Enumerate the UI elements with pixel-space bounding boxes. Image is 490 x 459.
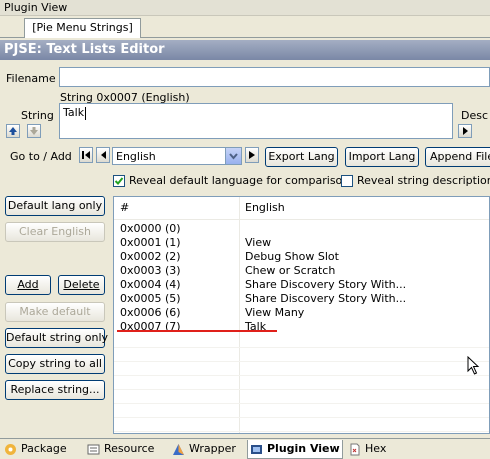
row-gridline <box>114 389 489 390</box>
chevron-down-icon[interactable] <box>225 148 241 164</box>
make-default-button[interactable]: Make default <box>5 302 105 322</box>
tab-wrapper-label: Wrapper <box>189 442 236 455</box>
table-row[interactable]: 0x0001 (1) View <box>114 236 489 250</box>
document-tab[interactable]: [Pie Menu Strings] <box>24 18 141 38</box>
row-gridline <box>114 431 489 432</box>
column-header-english: English <box>245 201 285 214</box>
header-divider <box>114 219 489 220</box>
tab-package-label: Package <box>21 442 67 455</box>
first-icon <box>82 151 90 159</box>
row-id: 0x0002 (2) <box>120 250 181 263</box>
row-text: View <box>245 236 272 249</box>
goto-label: Go to / Add <box>10 150 72 163</box>
table-row[interactable]: 0x0006 (6) View Many <box>114 306 489 320</box>
next-icon <box>249 151 255 159</box>
checkmark-icon <box>114 177 124 185</box>
default-lang-only-button[interactable]: Default lang only <box>5 196 105 216</box>
replace-string-button[interactable]: Replace string... <box>5 380 105 400</box>
row-text: Chew or Scratch <box>245 264 336 277</box>
reveal-desc-label: Reveal string descriptions <box>357 174 490 187</box>
row-id: 0x0005 (5) <box>120 292 181 305</box>
default-string-only-button[interactable]: Default string only <box>5 328 108 348</box>
tab-plugin-view[interactable]: Plugin View <box>247 440 343 459</box>
add-button[interactable]: Add <box>5 275 51 295</box>
text-cursor <box>85 107 86 120</box>
filename-value <box>60 70 63 83</box>
row-gridline <box>114 375 489 376</box>
table-row[interactable]: 0x0003 (3) Chew or Scratch <box>114 264 489 278</box>
row-gridline <box>114 347 489 348</box>
table-row[interactable]: 0x0002 (2) Debug Show Slot <box>114 250 489 264</box>
previous-icon <box>101 151 106 159</box>
string-value: Talk <box>63 106 85 119</box>
reveal-desc-checkbox[interactable] <box>341 175 353 187</box>
delete-button[interactable]: Delete <box>58 275 105 295</box>
row-id: 0x0003 (3) <box>120 264 181 277</box>
filename-label: Filename <box>6 72 56 85</box>
bottom-tab-bar: Package Resource Wrapper Plugin View Hex <box>0 438 490 459</box>
string-label: String <box>21 109 54 122</box>
resource-icon <box>87 444 100 454</box>
row-id: 0x0004 (4) <box>120 278 181 291</box>
append-file-button[interactable]: Append File <box>425 147 490 167</box>
wrapper-icon <box>173 443 184 455</box>
column-header-number: # <box>120 201 130 214</box>
row-text: Debug Show Slot <box>245 250 339 263</box>
export-lang-button[interactable]: Export Lang <box>265 147 338 167</box>
arrow-down-icon <box>30 127 38 135</box>
reveal-default-label: Reveal default language for comparison <box>129 174 350 187</box>
strings-table[interactable]: # English 0x0000 (0) 0x0001 (1) View 0x0002… <box>113 196 490 434</box>
tab-resource[interactable]: Resource <box>85 440 167 458</box>
reveal-default-checkbox[interactable] <box>113 175 125 187</box>
language-value: English <box>116 150 156 163</box>
editor-title: PJSE: Text Lists Editor <box>0 40 490 60</box>
filename-input[interactable] <box>59 67 490 87</box>
row-text: Share Discovery Story With... <box>245 292 407 305</box>
import-lang-button[interactable]: Import Lang <box>345 147 419 167</box>
arrow-up-icon <box>9 127 17 135</box>
row-id: 0x0001 (1) <box>120 236 181 249</box>
row-id: 0x0000 (0) <box>120 222 181 235</box>
tab-resource-label: Resource <box>104 442 155 455</box>
window-title: Plugin View <box>0 0 490 16</box>
append-file-label: Append File <box>430 150 490 163</box>
table-row[interactable]: 0x0005 (5) Share Discovery Story With... <box>114 292 489 306</box>
plugin-view-icon <box>251 444 262 454</box>
row-id: 0x0006 (6) <box>120 306 181 319</box>
desc-expand-button[interactable] <box>458 124 472 138</box>
move-down-button[interactable] <box>27 124 41 138</box>
row-gridline <box>114 361 489 362</box>
first-button[interactable] <box>79 147 93 163</box>
play-icon <box>463 127 468 135</box>
red-underline-annotation <box>117 330 277 332</box>
table-row[interactable]: 0x0000 (0) <box>114 222 489 236</box>
desc-label: Desc <box>461 109 489 122</box>
mouse-cursor-icon <box>467 356 480 375</box>
table-header: # English <box>114 201 489 215</box>
tab-hex[interactable]: Hex <box>346 440 398 458</box>
row-gridline <box>114 403 489 404</box>
row-text: View Many <box>245 306 305 319</box>
row-text: Share Discovery Story With... <box>245 278 407 291</box>
clear-english-button[interactable]: Clear English <box>5 222 105 242</box>
language-select[interactable]: English <box>112 147 242 165</box>
copy-string-to-all-button[interactable]: Copy string to all <box>5 354 105 374</box>
previous-button[interactable] <box>96 147 110 163</box>
tab-plugin-view-label: Plugin View <box>267 442 340 455</box>
row-gridline <box>114 417 489 418</box>
tab-wrapper[interactable]: Wrapper <box>170 440 244 458</box>
string-textarea[interactable]: Talk <box>59 103 453 139</box>
next-button[interactable] <box>245 147 259 163</box>
move-up-button[interactable] <box>6 124 20 138</box>
package-icon <box>5 443 16 455</box>
table-row[interactable]: 0x0004 (4) Share Discovery Story With... <box>114 278 489 292</box>
hex-icon <box>350 443 360 455</box>
tab-package[interactable]: Package <box>2 440 76 458</box>
tab-hex-label: Hex <box>365 442 387 455</box>
